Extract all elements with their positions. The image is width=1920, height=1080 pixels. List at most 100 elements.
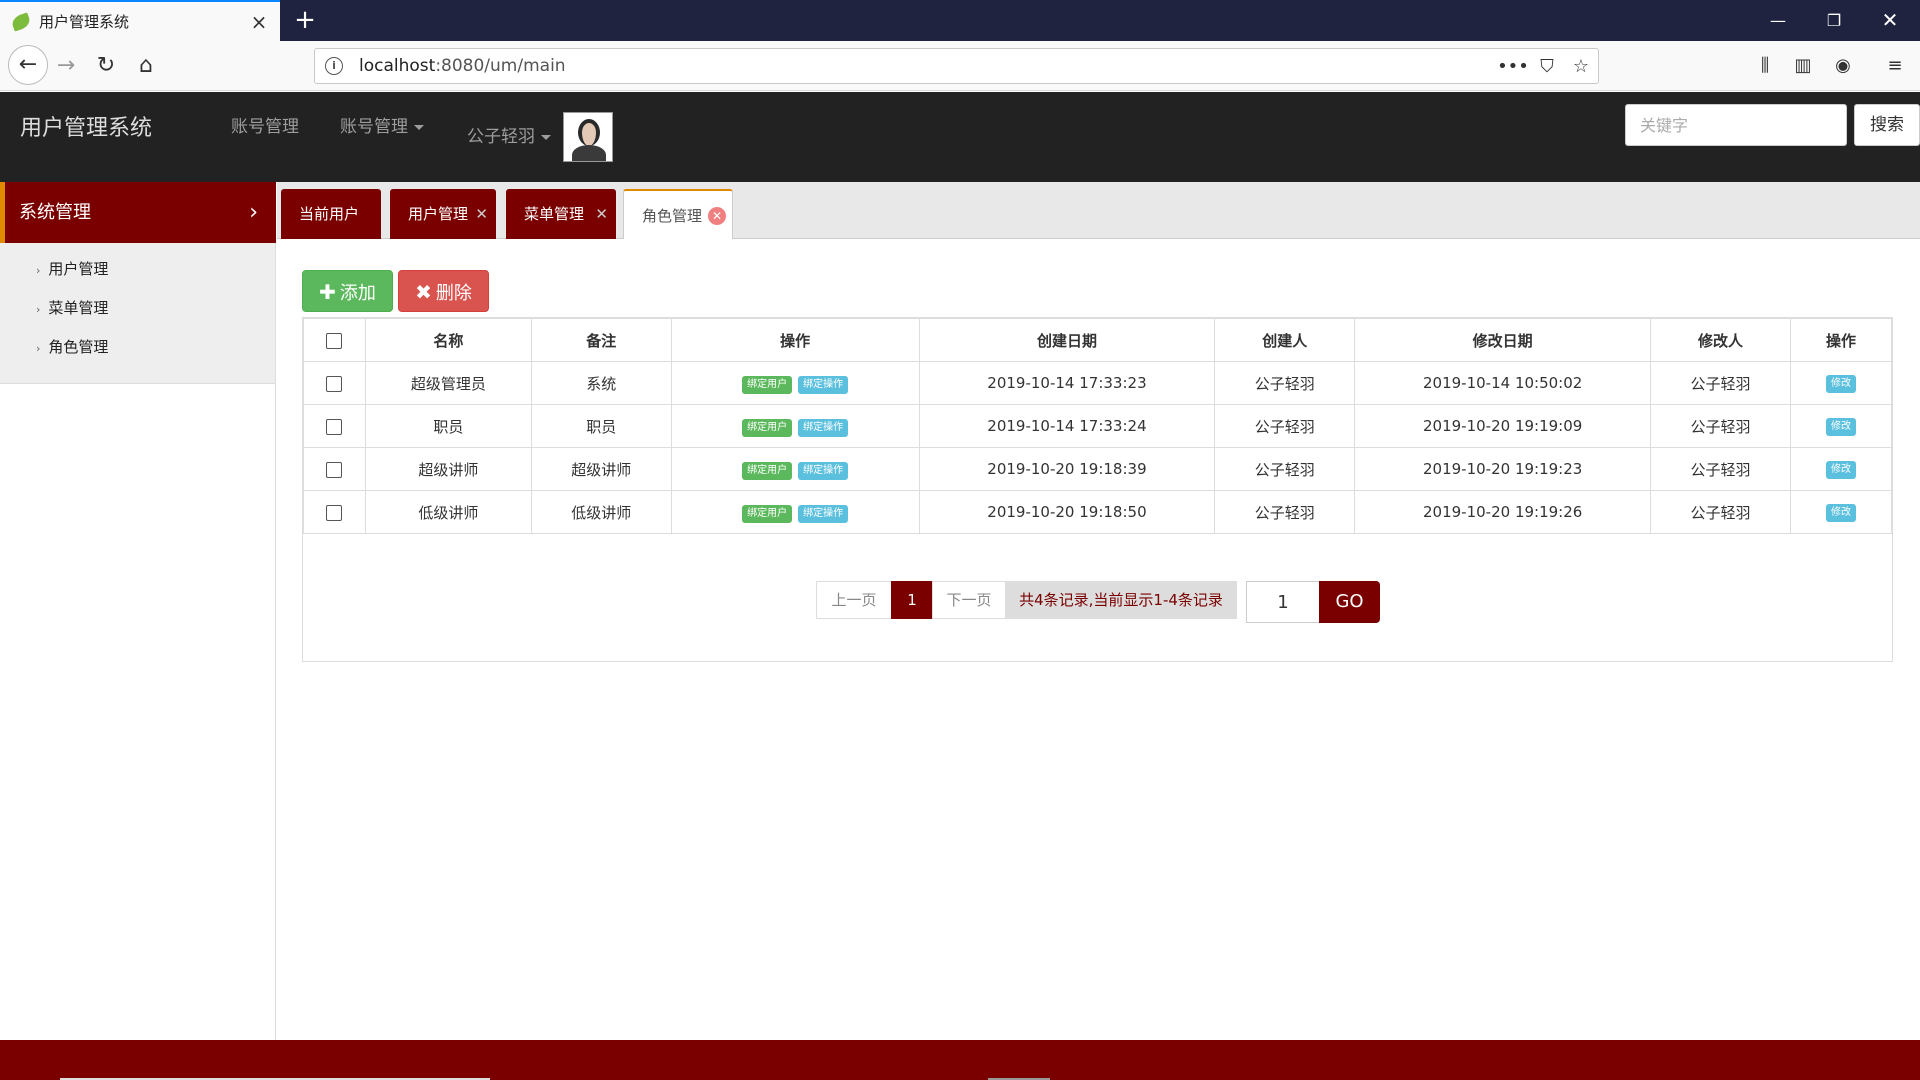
search-button[interactable]: 搜索 <box>1854 104 1920 146</box>
add-button[interactable]: ✚ 添加 <box>302 270 393 312</box>
new-tab-icon[interactable]: + <box>290 4 320 36</box>
browser-tab[interactable]: 用户管理系统 × <box>0 0 280 41</box>
row-checkbox[interactable] <box>326 418 343 435</box>
bind-operation-button[interactable]: 绑定操作 <box>798 461 849 480</box>
column-header: 操作 <box>670 318 920 362</box>
bookmark-star-icon[interactable]: ☆ <box>1564 56 1598 77</box>
sidebar-toggle-icon[interactable]: ▥ <box>1788 53 1818 79</box>
column-header: 修改人 <box>1650 318 1791 362</box>
browser-navbar: ← → ↻ ⌂ i localhost:8080/um/main ••• ⛉ ☆… <box>0 41 1920 91</box>
role-remark: 低级讲师 <box>530 490 672 534</box>
nav-label: 账号管理 <box>340 117 408 137</box>
sidebar-item-menus[interactable]: › 菜单管理 <box>0 295 275 334</box>
creator: 公子轻羽 <box>1214 361 1356 405</box>
modified-date: 2019-10-20 19:19:26 <box>1354 490 1652 534</box>
edit-button[interactable]: 修改 <box>1825 418 1856 436</box>
back-icon[interactable]: ← <box>8 45 48 85</box>
user-menu[interactable]: 公子轻羽 <box>467 122 551 147</box>
row-actions: 绑定用户 绑定操作 <box>670 404 920 448</box>
select-all-checkbox[interactable] <box>326 332 343 349</box>
next-page-button[interactable]: 下一页 <box>932 581 1006 619</box>
bind-user-button[interactable]: 绑定用户 <box>742 504 793 523</box>
avatar-body <box>572 145 606 161</box>
bind-operation-button[interactable]: 绑定操作 <box>798 418 849 437</box>
column-header: 修改日期 <box>1354 318 1652 362</box>
user-avatar[interactable] <box>563 112 613 162</box>
row-select-cell <box>303 447 366 491</box>
role-name: 职员 <box>364 404 532 448</box>
record-count-info: 共4条记录,当前显示1-4条记录 <box>1005 581 1237 619</box>
row-checkbox[interactable] <box>326 461 343 478</box>
delete-button[interactable]: ✖ 删除 <box>398 270 489 312</box>
goto-page-input[interactable] <box>1246 581 1320 623</box>
tab-label: 当前用户 <box>299 205 360 223</box>
bind-user-button[interactable]: 绑定用户 <box>742 418 793 437</box>
edit-button[interactable]: 修改 <box>1825 461 1856 479</box>
edit-button[interactable]: 修改 <box>1825 504 1856 522</box>
nav-account-dropdown[interactable]: 账号管理 <box>340 112 424 137</box>
page-actions-icon[interactable]: ••• <box>1496 56 1530 77</box>
library-icon[interactable]: ⫼ <box>1750 53 1780 79</box>
role-name: 低级讲师 <box>364 490 532 534</box>
nav-account-management[interactable]: 账号管理 <box>231 112 299 137</box>
tab-current-user[interactable]: 当前用户 <box>281 189 381 239</box>
tab-close-icon[interactable]: ✕ <box>595 189 608 239</box>
row-select-cell <box>303 404 366 448</box>
column-header: 操作 <box>1789 318 1893 362</box>
page-number-current[interactable]: 1 <box>891 581 933 619</box>
row-checkbox[interactable] <box>326 375 343 392</box>
go-button[interactable]: GO <box>1319 581 1380 623</box>
sidebar-item-label: 用户管理 <box>48 260 109 278</box>
url-bar[interactable]: i localhost:8080/um/main ••• ⛉ ☆ <box>314 48 1599 84</box>
edit-button[interactable]: 修改 <box>1825 375 1856 393</box>
url-path: :8080/um/main <box>435 56 566 76</box>
plus-icon: ✚ <box>319 280 336 304</box>
minimize-icon[interactable]: — <box>1750 0 1806 41</box>
forward-icon[interactable]: → <box>48 49 84 83</box>
sidebar-section-title: 系统管理 <box>19 202 91 223</box>
sidebar: 系统管理 › › 用户管理 › 菜单管理 › 角色管理 <box>0 182 276 1040</box>
reload-icon[interactable]: ↻ <box>88 49 124 83</box>
app-header: 用户管理系统 账号管理 账号管理 公子轻羽 搜索 <box>0 92 1920 182</box>
app-brand[interactable]: 用户管理系统 <box>20 110 152 142</box>
hamburger-menu-icon[interactable]: ≡ <box>1880 53 1910 79</box>
column-header: 名称 <box>364 318 532 362</box>
row-checkbox[interactable] <box>326 504 343 521</box>
account-icon[interactable]: ◉ <box>1828 53 1858 79</box>
tab-close-circle-icon[interactable]: ✕ <box>708 207 726 225</box>
row-actions: 绑定用户 绑定操作 <box>670 447 920 491</box>
sidebar-item-users[interactable]: › 用户管理 <box>0 256 275 295</box>
sidebar-item-roles[interactable]: › 角色管理 <box>0 334 275 373</box>
url-text[interactable]: localhost:8080/um/main <box>359 56 1496 76</box>
nav-label: 账号管理 <box>231 117 299 137</box>
modified-date: 2019-10-20 19:19:09 <box>1354 404 1652 448</box>
bind-operation-button[interactable]: 绑定操作 <box>798 504 849 523</box>
role-remark: 超级讲师 <box>530 447 672 491</box>
sidebar-section-system[interactable]: 系统管理 › <box>0 182 276 243</box>
bind-user-button[interactable]: 绑定用户 <box>742 461 793 480</box>
tab-role-management[interactable]: 角色管理 ✕ <box>623 189 733 239</box>
modifier: 公子轻羽 <box>1650 361 1791 405</box>
window-close-icon[interactable]: ✕ <box>1862 0 1918 41</box>
table-row: 低级讲师 低级讲师 绑定用户 绑定操作 2019-10-20 19:18:50 公… <box>303 490 1893 534</box>
prev-page-button[interactable]: 上一页 <box>816 581 892 619</box>
caret-down-icon <box>414 124 424 130</box>
bind-user-button[interactable]: 绑定用户 <box>742 375 793 394</box>
edit-cell: 修改 <box>1789 447 1893 491</box>
tab-close-icon[interactable]: ✕ <box>475 189 488 239</box>
browser-tab-title: 用户管理系统 <box>39 13 130 31</box>
pocket-icon[interactable]: ⛉ <box>1530 56 1564 77</box>
tab-user-management[interactable]: 用户管理 ✕ <box>390 189 496 239</box>
table-row: 超级管理员 系统 绑定用户 绑定操作 2019-10-14 17:33:23 公子… <box>303 361 1893 405</box>
tab-menu-management[interactable]: 菜单管理 ✕ <box>506 189 616 239</box>
search-input[interactable] <box>1625 104 1847 146</box>
home-icon[interactable]: ⌂ <box>128 49 164 83</box>
pagination: 上一页 1 下一页 共4条记录,当前显示1-4条记录 <box>816 581 1237 621</box>
tab-label: 用户管理 <box>408 205 469 223</box>
site-info-icon[interactable]: i <box>325 57 343 75</box>
tab-close-icon[interactable]: × <box>246 10 272 34</box>
bind-operation-button[interactable]: 绑定操作 <box>798 375 849 394</box>
tab-label: 角色管理 <box>642 207 703 225</box>
restore-icon[interactable]: ❐ <box>1806 0 1862 41</box>
table-row: 超级讲师 超级讲师 绑定用户 绑定操作 2019-10-20 19:18:39 公… <box>303 447 1893 491</box>
